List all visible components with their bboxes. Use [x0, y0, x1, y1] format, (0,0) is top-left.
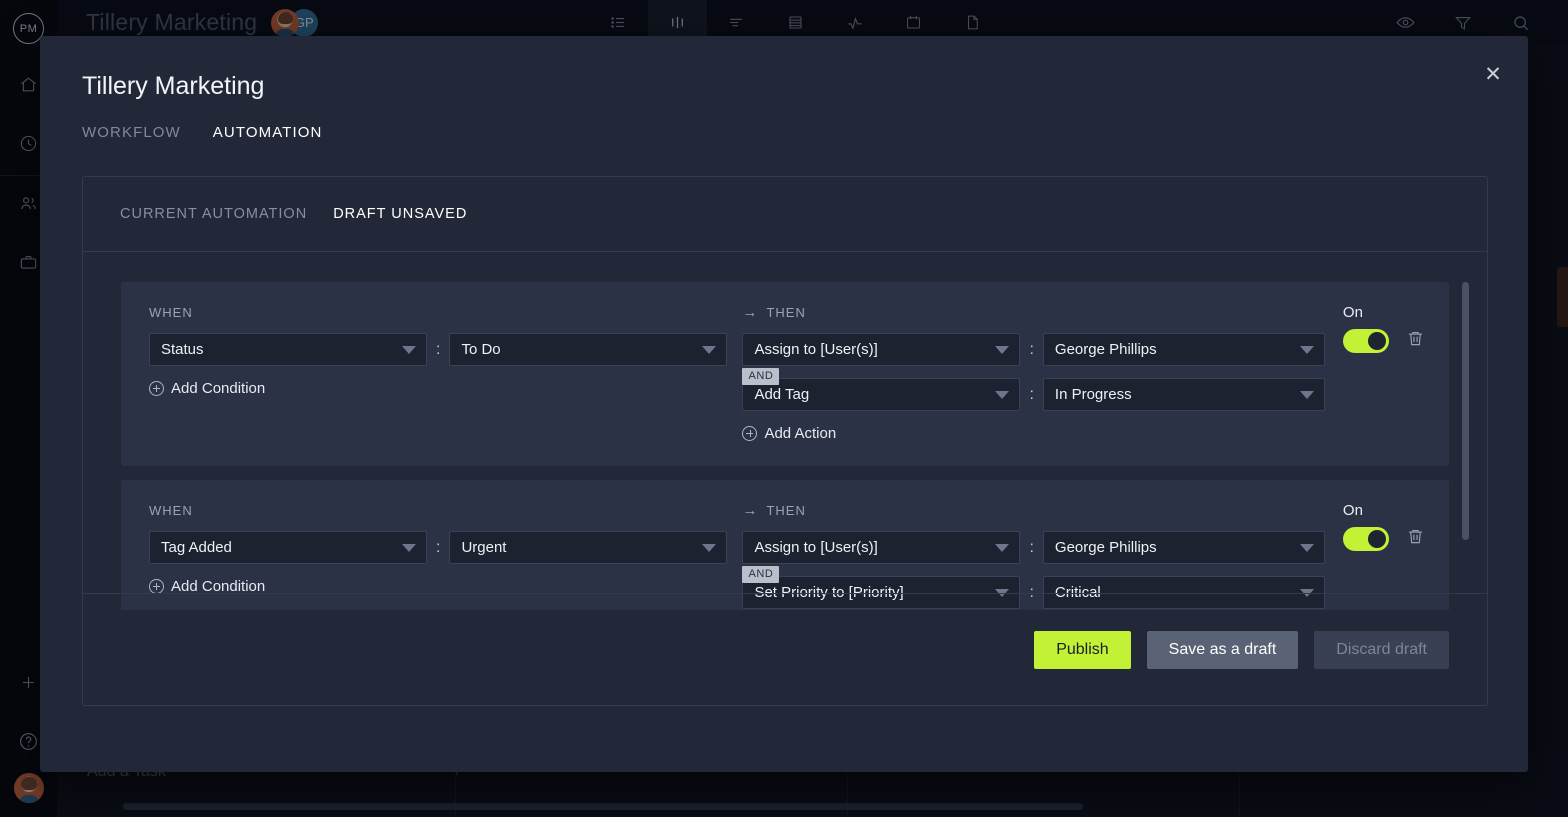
add-condition-button[interactable]: Add Condition — [149, 380, 265, 397]
automation-modal: ✕ Tillery Marketing WORKFLOW AUTOMATION … — [40, 36, 1528, 772]
chevron-down-icon — [995, 391, 1009, 399]
close-icon[interactable]: ✕ — [1478, 59, 1508, 89]
action-row: Assign to [User(s)] : George Phillips — [742, 531, 1324, 564]
modal-footer: Publish Save as a draft Discard draft — [83, 593, 1487, 705]
automation-rule: WHEN Status : To Do — [121, 282, 1449, 466]
rules-scroll-area: WHEN Status : To Do — [97, 270, 1473, 610]
action-value-text: In Progress — [1055, 386, 1132, 403]
chevron-down-icon — [702, 544, 716, 552]
publish-button[interactable]: Publish — [1034, 631, 1130, 669]
colon-separator: : — [1029, 341, 1033, 359]
action-field-value: Assign to [User(s)] — [754, 341, 877, 358]
action-row: Assign to [User(s)] : George Phillips — [742, 333, 1324, 366]
plus-circle-icon — [149, 381, 164, 396]
condition-value-select[interactable]: To Do — [449, 333, 727, 366]
colon-separator: : — [436, 539, 440, 557]
condition-row: Tag Added : Urgent — [149, 531, 727, 564]
page-title: Tillery Marketing — [82, 72, 264, 101]
then-label-text: THEN — [766, 305, 805, 320]
action-value-text: George Phillips — [1055, 341, 1157, 358]
colon-separator: : — [1029, 539, 1033, 557]
action-field-value: Add Tag — [754, 386, 809, 403]
action-row: AND Add Tag : In Progress — [742, 378, 1324, 411]
tab-automation[interactable]: AUTOMATION — [213, 124, 323, 141]
toggle-status-label: On — [1343, 304, 1449, 321]
condition-value-text: Urgent — [461, 539, 506, 556]
chevron-down-icon — [1300, 391, 1314, 399]
chevron-down-icon — [1300, 544, 1314, 552]
chevron-down-icon — [402, 544, 416, 552]
and-badge: AND — [742, 368, 779, 385]
automation-rule: WHEN Tag Added : Urgent — [121, 480, 1449, 610]
arrow-right-icon: → — [742, 304, 758, 321]
action-value-select[interactable]: George Phillips — [1043, 333, 1325, 366]
condition-field-select[interactable]: Status — [149, 333, 427, 366]
arrow-right-icon: → — [742, 502, 758, 519]
action-field-select[interactable]: Assign to [User(s)] — [742, 531, 1020, 564]
condition-value-text: To Do — [461, 341, 500, 358]
trash-icon[interactable] — [1405, 526, 1426, 552]
add-condition-label: Add Condition — [171, 380, 265, 397]
colon-separator: : — [1029, 386, 1033, 404]
subtab-draft-unsaved[interactable]: DRAFT UNSAVED — [333, 206, 467, 222]
chevron-down-icon — [402, 346, 416, 354]
automation-panel: CURRENT AUTOMATION DRAFT UNSAVED WHEN St… — [82, 176, 1488, 706]
action-value-select[interactable]: In Progress — [1043, 378, 1325, 411]
tab-workflow[interactable]: WORKFLOW — [82, 124, 181, 141]
save-draft-button[interactable]: Save as a draft — [1147, 631, 1299, 669]
add-action-label: Add Action — [764, 425, 836, 442]
rules-scrollbar-thumb[interactable] — [1462, 282, 1469, 540]
plus-circle-icon — [742, 426, 757, 441]
action-value-text: George Phillips — [1055, 539, 1157, 556]
chevron-down-icon — [995, 346, 1009, 354]
trash-icon[interactable] — [1405, 328, 1426, 354]
action-value-select[interactable]: George Phillips — [1043, 531, 1325, 564]
automation-subtabs: CURRENT AUTOMATION DRAFT UNSAVED — [83, 177, 1487, 252]
chevron-down-icon — [1300, 346, 1314, 354]
when-label: WHEN — [149, 304, 727, 320]
action-field-select[interactable]: Add Tag — [742, 378, 1020, 411]
chevron-down-icon — [995, 544, 1009, 552]
rule-enabled-toggle[interactable] — [1343, 527, 1389, 551]
when-label: WHEN — [149, 502, 727, 518]
plus-circle-icon — [149, 579, 164, 594]
then-label: → THEN — [742, 502, 1324, 518]
condition-row: Status : To Do — [149, 333, 727, 366]
then-label-text: THEN — [766, 503, 805, 518]
colon-separator: : — [436, 341, 440, 359]
condition-field-value: Tag Added — [161, 539, 232, 556]
chevron-down-icon — [702, 346, 716, 354]
toggle-status-label: On — [1343, 502, 1449, 519]
action-field-select[interactable]: Assign to [User(s)] — [742, 333, 1020, 366]
and-badge: AND — [742, 566, 779, 583]
condition-field-select[interactable]: Tag Added — [149, 531, 427, 564]
condition-value-select[interactable]: Urgent — [449, 531, 727, 564]
subtab-current-automation[interactable]: CURRENT AUTOMATION — [120, 206, 307, 222]
condition-field-value: Status — [161, 341, 204, 358]
add-action-button[interactable]: Add Action — [742, 425, 836, 442]
modal-tabs: WORKFLOW AUTOMATION — [82, 124, 322, 141]
action-field-value: Assign to [User(s)] — [754, 539, 877, 556]
discard-draft-button[interactable]: Discard draft — [1314, 631, 1449, 669]
then-label: → THEN — [742, 304, 1324, 320]
rule-enabled-toggle[interactable] — [1343, 329, 1389, 353]
